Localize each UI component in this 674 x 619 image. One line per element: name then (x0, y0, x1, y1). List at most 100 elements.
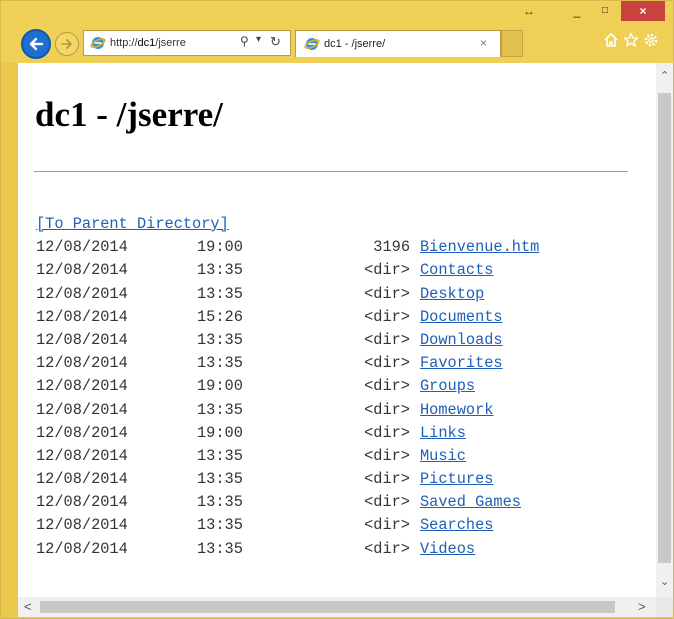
entry-time: 13:35 (197, 330, 243, 349)
entry-time: 13:35 (197, 261, 243, 280)
entry-time: 13:35 (197, 493, 243, 512)
entry-link[interactable]: Searches (420, 516, 493, 534)
entry-size: <dir> (364, 354, 410, 373)
entry-size: <dir> (364, 539, 410, 558)
forward-arrow-icon (61, 39, 72, 49)
list-item: 12/08/2014 13:35 <dir> Music (36, 445, 539, 468)
entry-date: 12/08/2014 (36, 354, 128, 373)
entry-size: 3196 (373, 238, 410, 257)
tab-active[interactable]: dc1 - /jserre/ × (295, 30, 501, 57)
address-prefix: http:// (110, 37, 138, 49)
vertical-scroll-thumb[interactable] (658, 93, 671, 563)
entry-link[interactable]: Saved Games (420, 493, 521, 511)
parent-directory-link[interactable]: [To Parent Directory] (36, 215, 229, 233)
entry-time: 13:35 (197, 470, 243, 489)
ie-tab-icon (304, 36, 320, 52)
search-icon[interactable]: ⚲ (240, 34, 249, 48)
list-item: 12/08/2014 13:35 <dir> Saved Games (36, 491, 539, 514)
back-arrow-icon (29, 37, 44, 51)
chevron-down-icon[interactable]: ▾ (256, 34, 261, 45)
horizontal-scroll-thumb[interactable] (40, 601, 615, 613)
entry-link[interactable]: Contacts (420, 261, 493, 279)
entry-size: <dir> (364, 377, 410, 396)
minimize-button[interactable]: _ (564, 1, 590, 21)
parent-row: [To Parent Directory] (36, 213, 539, 236)
vertical-scrollbar[interactable]: ⌃ ⌄ (656, 63, 673, 597)
address-path: /jserre (155, 37, 186, 49)
scroll-left-icon[interactable]: < (24, 599, 32, 614)
page-title: dc1 - /jserre/ (35, 95, 223, 134)
scroll-right-icon[interactable]: > (638, 599, 646, 614)
entry-size: <dir> (364, 261, 410, 280)
file-rows: 12/08/2014 19:00 3196 Bienvenue.htm 12/08/20… (36, 236, 539, 561)
resize-indicator-icon: ↔ (523, 4, 535, 18)
browser-window: ↔ _ □ × http://dc1/jserre ⚲ ▾ ↻ dc1 - /j… (0, 0, 674, 619)
address-bar[interactable]: http://dc1/jserre ⚲ ▾ ↻ (83, 30, 291, 56)
entry-size: <dir> (364, 516, 410, 535)
home-icon[interactable] (603, 32, 619, 48)
close-window-button[interactable]: × (621, 1, 665, 21)
entry-date: 12/08/2014 (36, 261, 128, 280)
entry-size: <dir> (364, 446, 410, 465)
close-tab-icon[interactable]: × (480, 36, 487, 50)
entry-date: 12/08/2014 (36, 377, 128, 396)
favorites-star-icon[interactable] (623, 32, 639, 48)
entry-link[interactable]: Bienvenue.htm (420, 238, 539, 256)
list-item: 12/08/2014 19:00 3196 Bienvenue.htm (36, 236, 539, 259)
entry-time: 13:35 (197, 284, 243, 303)
scroll-down-icon[interactable]: ⌄ (660, 575, 669, 588)
entry-date: 12/08/2014 (36, 307, 128, 326)
entry-date: 12/08/2014 (36, 284, 128, 303)
entry-time: 19:00 (197, 238, 243, 257)
list-item: 12/08/2014 13:35 <dir> Homework (36, 399, 539, 422)
entry-time: 19:00 (197, 377, 243, 396)
entry-time: 13:35 (197, 516, 243, 535)
entry-date: 12/08/2014 (36, 516, 128, 535)
entry-size: <dir> (364, 284, 410, 303)
list-item: 12/08/2014 15:26 <dir> Documents (36, 306, 539, 329)
list-item: 12/08/2014 13:35 <dir> Videos (36, 538, 539, 561)
entry-time: 13:35 (197, 354, 243, 373)
horizontal-scrollbar[interactable]: < > (18, 597, 656, 617)
entry-time: 15:26 (197, 307, 243, 326)
entry-link[interactable]: Pictures (420, 470, 493, 488)
gear-icon[interactable] (643, 32, 659, 48)
entry-date: 12/08/2014 (36, 539, 128, 558)
forward-button[interactable] (55, 32, 79, 56)
list-item: 12/08/2014 13:35 <dir> Favorites (36, 352, 539, 375)
entry-size: <dir> (364, 423, 410, 442)
entry-size: <dir> (364, 330, 410, 349)
entry-link[interactable]: Homework (420, 401, 493, 419)
entry-date: 12/08/2014 (36, 400, 128, 419)
entry-time: 19:00 (197, 423, 243, 442)
address-host: dc1 (137, 37, 156, 49)
refresh-icon[interactable]: ↻ (270, 34, 281, 50)
entry-size: <dir> (364, 493, 410, 512)
entry-link[interactable]: Favorites (420, 354, 503, 372)
scroll-up-icon[interactable]: ⌃ (660, 69, 669, 82)
browser-chrome: ↔ _ □ × http://dc1/jserre ⚲ ▾ ↻ dc1 - /j… (1, 1, 673, 63)
list-item: 12/08/2014 13:35 <dir> Pictures (36, 468, 539, 491)
address-text: http://dc1/jserre (110, 37, 186, 49)
scrollbar-corner (656, 597, 673, 617)
back-button[interactable] (21, 29, 51, 59)
list-item: 12/08/2014 13:35 <dir> Contacts (36, 259, 539, 282)
ie-page-icon (90, 35, 106, 51)
entry-date: 12/08/2014 (36, 493, 128, 512)
entry-link[interactable]: Groups (420, 377, 475, 395)
list-item: 12/08/2014 19:00 <dir> Links (36, 422, 539, 445)
maximize-button[interactable]: □ (592, 1, 618, 21)
entry-date: 12/08/2014 (36, 423, 128, 442)
entry-link[interactable]: Links (420, 424, 466, 442)
entry-link[interactable]: Downloads (420, 331, 503, 349)
entry-link[interactable]: Documents (420, 308, 503, 326)
entry-link[interactable]: Videos (420, 540, 475, 558)
entry-link[interactable]: Desktop (420, 285, 484, 303)
entry-time: 13:35 (197, 446, 243, 465)
entry-link[interactable]: Music (420, 447, 466, 465)
directory-listing: [To Parent Directory] 12/08/2014 19:00 319… (36, 213, 539, 561)
new-tab-button[interactable] (501, 30, 523, 57)
list-item: 12/08/2014 19:00 <dir> Groups (36, 375, 539, 398)
list-item: 12/08/2014 13:35 <dir> Desktop (36, 283, 539, 306)
entry-size: <dir> (364, 307, 410, 326)
